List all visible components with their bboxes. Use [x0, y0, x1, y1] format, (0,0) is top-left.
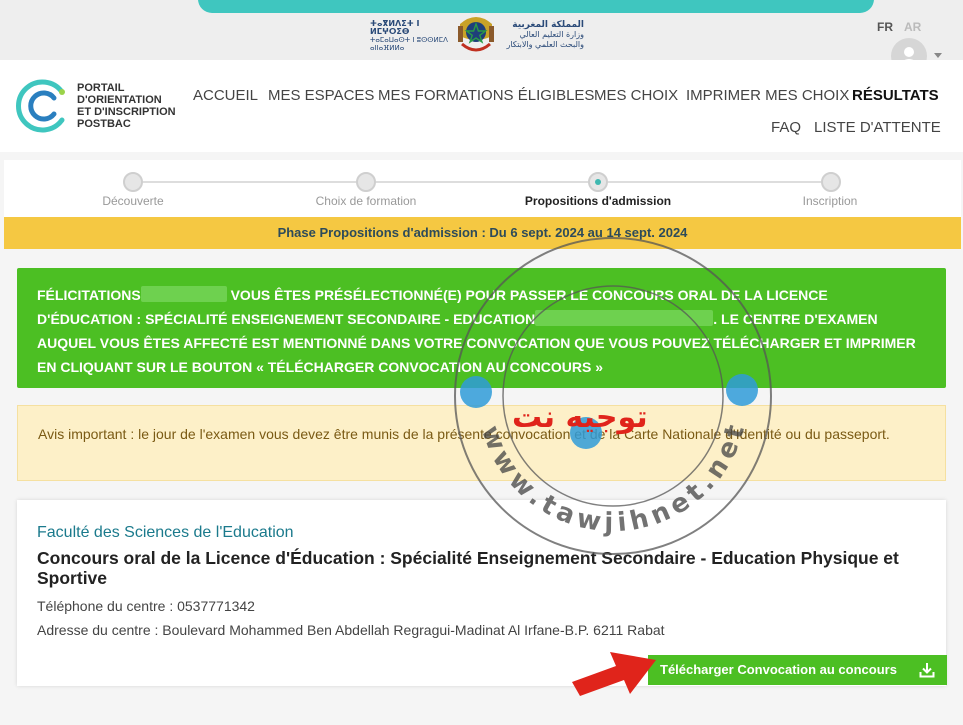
top-bar: ⵜⴰⴳⵍⴷⵉⵜ ⵏ ⵍⵎⵖⵔⵉⴱ ⵜⴰⵎⴰⵡⴰⵙⵜ ⵏ ⵓⵙⵙⵍⵎⴷ ⴰⵏⵏⴰⴼ… [0, 0, 963, 74]
nav-liste-attente[interactable]: LISTE D'ATTENTE [814, 119, 941, 136]
faculty-name: Faculté des Sciences de l'Education [37, 524, 294, 541]
ministry-tifinagh: ⵜⴰⴳⵍⴷⵉⵜ ⵏ ⵍⵎⵖⵔⵉⴱ ⵜⴰⵎⴰⵡⴰⵙⵜ ⵏ ⵓⵙⵙⵍⵎⴷ ⴰⵏⵏⴰⴼ… [370, 19, 448, 53]
moroccan-emblem-icon [458, 17, 494, 52]
congratulation-alert: FÉLICITATIONS VOUS ÊTES PRÉSÉLECTIONNÉ(E… [17, 268, 946, 388]
stepper-line [136, 181, 836, 183]
important-notice: Avis important : le jour de l'examen vou… [17, 405, 946, 481]
search-bar[interactable] [198, 0, 874, 13]
step-dot-choix [356, 172, 376, 192]
step-label-choix: Choix de formation [315, 194, 417, 208]
phase-banner: Phase Propositions d'admission : Du 6 se… [4, 217, 961, 249]
step-dot-inscription [821, 172, 841, 192]
lang-ar-button[interactable]: AR [904, 20, 921, 34]
portal-logo-text[interactable]: PORTAIL D'ORIENTATION ET D'INSCRIPTION P… [77, 82, 176, 130]
nav-resultats[interactable]: RÉSULTATS [852, 87, 939, 104]
step-label-decouverte: Découverte [102, 194, 164, 208]
nav-faq[interactable]: FAQ [771, 119, 801, 136]
main-header: PORTAIL D'ORIENTATION ET D'INSCRIPTION P… [0, 60, 963, 152]
center-phone: Téléphone du centre : 0537771342 [37, 598, 255, 614]
nav-mes-espaces[interactable]: MES ESPACES [268, 87, 374, 104]
nav-imprimer[interactable]: IMPRIMER MES CHOIX [686, 87, 849, 104]
download-button-label: Télécharger Convocation au concours [660, 662, 897, 677]
convocation-card: Faculté des Sciences de l'Education Conc… [17, 500, 947, 686]
user-icon [904, 47, 914, 57]
step-label-inscription: Inscription [802, 194, 858, 208]
download-icon [919, 663, 935, 678]
redacted-name [140, 286, 227, 302]
congrats-text-1: FÉLICITATIONS [37, 287, 141, 303]
step-dot-decouverte [123, 172, 143, 192]
center-address: Adresse du centre : Boulevard Mohammed B… [37, 622, 665, 638]
lang-fr-button[interactable]: FR [877, 20, 893, 34]
ministry-arabic: المملكة المغربية وزارة التعليم العالي وا… [506, 20, 584, 49]
portal-logo-icon[interactable] [16, 78, 72, 134]
download-convocation-button[interactable]: Télécharger Convocation au concours [648, 655, 947, 685]
ministry-logo: ⵜⴰⴳⵍⴷⵉⵜ ⵏ ⵍⵎⵖⵔⵉⴱ ⵜⴰⵎⴰⵡⴰⵙⵜ ⵏ ⵓⵙⵙⵍⵎⴷ ⴰⵏⵏⴰⴼ… [370, 14, 585, 56]
progress-stepper: Découverte Choix de formation Propositio… [4, 160, 961, 217]
redacted-speciality [535, 310, 714, 326]
nav-mes-choix[interactable]: MES CHOIX [594, 87, 678, 104]
step-label-propositions: Propositions d'admission [524, 194, 672, 208]
step-dot-propositions [588, 172, 608, 192]
chevron-down-icon[interactable] [934, 53, 942, 58]
concours-title: Concours oral de la Licence d'Éducation … [37, 548, 899, 588]
nav-mes-formations[interactable]: MES FORMATIONS ÉLIGIBLES [378, 87, 594, 104]
nav-accueil[interactable]: ACCUEIL [193, 87, 258, 104]
